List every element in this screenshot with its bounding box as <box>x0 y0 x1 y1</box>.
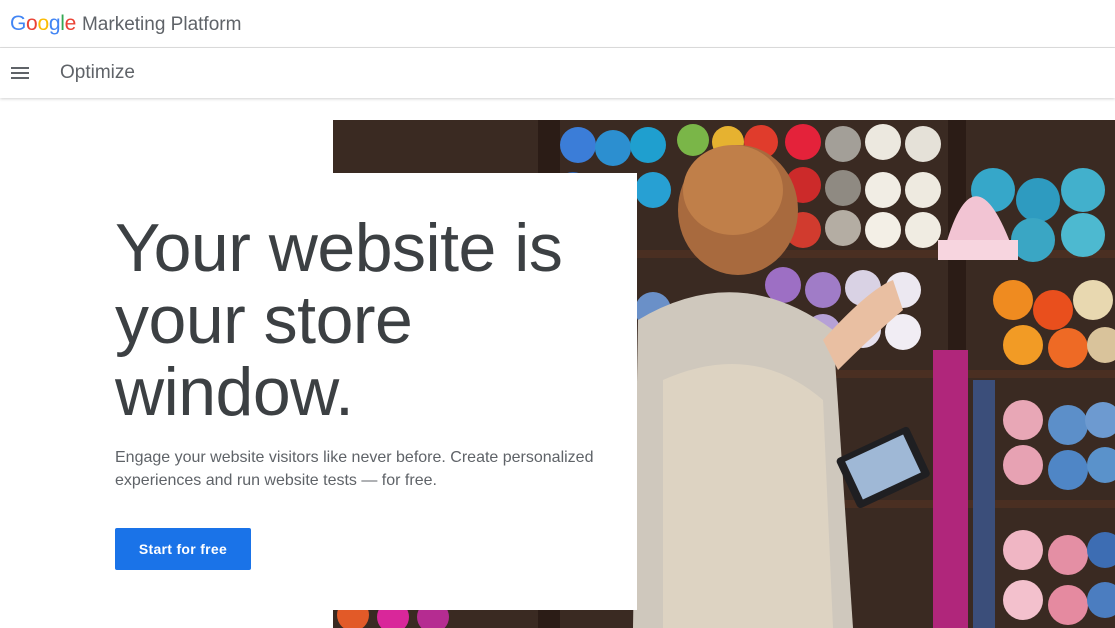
start-for-free-button[interactable]: Start for free <box>115 528 251 570</box>
logo-letter: g <box>48 11 61 35</box>
product-name[interactable]: Optimize <box>60 62 135 84</box>
brand-bar: Google Marketing Platform <box>0 0 1115 48</box>
google-logo: Google <box>10 12 76 36</box>
product-bar: Optimize <box>0 48 1115 98</box>
google-marketing-platform-logo[interactable]: Google Marketing Platform <box>10 12 241 36</box>
headline-line: window. <box>115 354 354 430</box>
hamburger-menu-icon[interactable] <box>0 53 40 93</box>
logo-letter: o <box>37 11 49 35</box>
hero-subtext: Engage your website visitors like never … <box>115 449 594 489</box>
headline-line: your store <box>115 282 413 358</box>
logo-letter: o <box>26 11 38 35</box>
hero-headline: Your website is your store window. <box>115 212 595 428</box>
platform-name: Marketing Platform <box>81 13 242 35</box>
headline-line: Your website is <box>115 210 563 286</box>
logo-letter: e <box>64 11 77 35</box>
logo-letter: G <box>10 11 27 35</box>
